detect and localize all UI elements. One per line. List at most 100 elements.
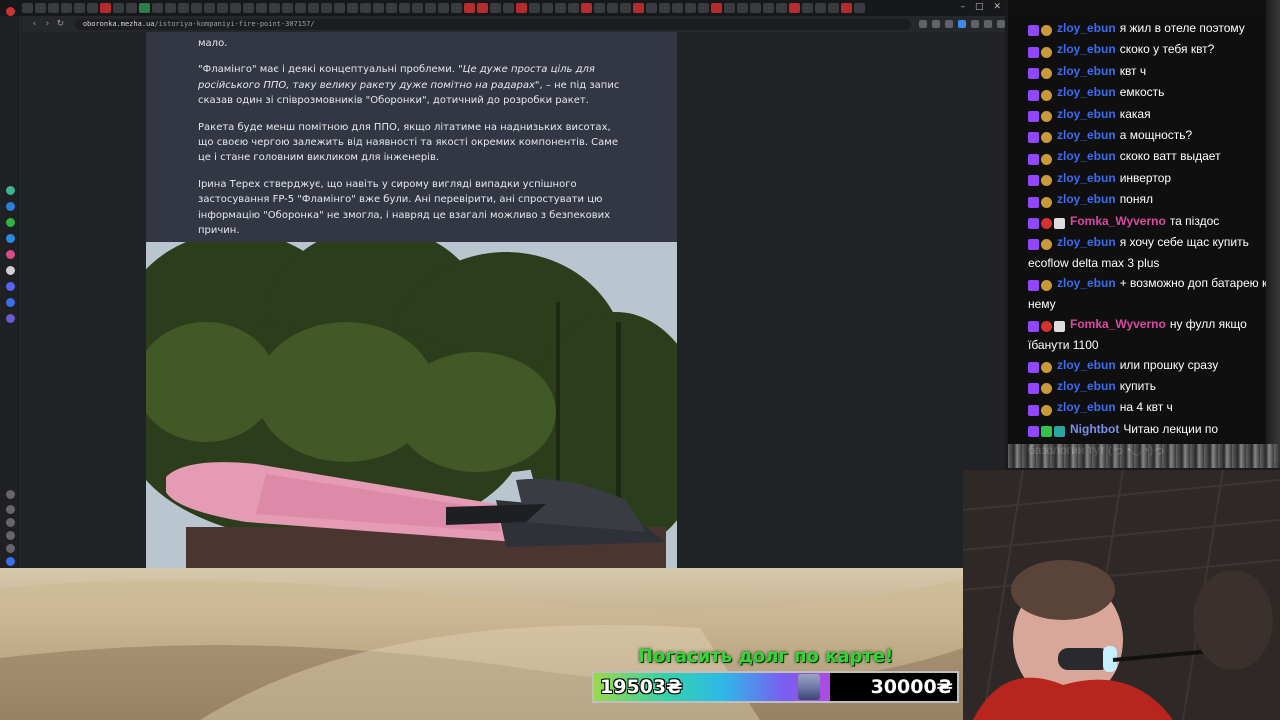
tab[interactable]: [61, 3, 72, 13]
chat-username[interactable]: zloy_ebun: [1057, 85, 1116, 99]
tab[interactable]: [321, 3, 332, 13]
menu-icon[interactable]: [996, 20, 1005, 28]
tab[interactable]: [269, 3, 280, 13]
tab[interactable]: [620, 3, 631, 13]
heart-icon[interactable]: [6, 490, 15, 499]
sidebar-app-icon[interactable]: [6, 186, 15, 195]
subscriber-badge-icon[interactable]: [1028, 153, 1039, 165]
tab[interactable]: [35, 3, 46, 13]
tab[interactable]: [74, 3, 85, 13]
tab[interactable]: [672, 3, 683, 13]
chat-icon[interactable]: [6, 505, 15, 514]
extension-icon[interactable]: [931, 20, 940, 28]
tab[interactable]: [841, 3, 852, 13]
messenger-icon[interactable]: [6, 202, 15, 211]
check-badge-icon[interactable]: [1041, 426, 1052, 438]
tab[interactable]: [750, 3, 761, 13]
settings-icon[interactable]: [6, 531, 15, 540]
subscriber-badge-icon[interactable]: [1028, 89, 1039, 101]
red-badge-icon[interactable]: [1041, 321, 1052, 333]
tab[interactable]: [737, 3, 748, 13]
tab[interactable]: [139, 3, 150, 13]
sidebar-app-icon[interactable]: [6, 298, 15, 307]
tab[interactable]: [113, 3, 124, 13]
chat-username[interactable]: zloy_ebun: [1057, 21, 1116, 35]
x-icon[interactable]: [6, 266, 15, 275]
tab[interactable]: [594, 3, 605, 13]
coin-badge-icon[interactable]: [1041, 153, 1052, 165]
coin-badge-icon[interactable]: [1041, 46, 1052, 58]
chat-username[interactable]: zloy_ebun: [1057, 107, 1116, 121]
tab[interactable]: [87, 3, 98, 13]
tab[interactable]: [373, 3, 384, 13]
tab[interactable]: [425, 3, 436, 13]
subscriber-badge-icon[interactable]: [1028, 217, 1039, 229]
forward-icon[interactable]: ›: [41, 19, 54, 29]
coin-badge-icon[interactable]: [1041, 68, 1052, 80]
chat-username[interactable]: zloy_ebun: [1057, 128, 1116, 142]
subscriber-badge-icon[interactable]: [1028, 25, 1039, 37]
coin-badge-icon[interactable]: [1041, 280, 1052, 292]
chat-username[interactable]: zloy_ebun: [1057, 42, 1116, 56]
subscriber-badge-icon[interactable]: [1028, 404, 1039, 416]
tab[interactable]: [477, 3, 488, 13]
sidebar-app-icon[interactable]: [6, 314, 15, 323]
chat-username[interactable]: zloy_ebun: [1057, 171, 1116, 185]
chat-username[interactable]: Nightbot: [1070, 422, 1119, 436]
tab[interactable]: [451, 3, 462, 13]
tab[interactable]: [48, 3, 59, 13]
tab[interactable]: [542, 3, 553, 13]
tab[interactable]: [230, 3, 241, 13]
chat-username[interactable]: zloy_ebun: [1057, 235, 1116, 249]
subscriber-badge-icon[interactable]: [1028, 321, 1039, 333]
extension-icon[interactable]: [970, 20, 979, 28]
tab[interactable]: [334, 3, 345, 13]
instagram-icon[interactable]: [6, 250, 15, 259]
tab[interactable]: [581, 3, 592, 13]
tab[interactable]: [815, 3, 826, 13]
coin-badge-icon[interactable]: [1041, 175, 1052, 187]
subscriber-badge-icon[interactable]: [1028, 280, 1039, 292]
tab[interactable]: [529, 3, 540, 13]
tab[interactable]: [646, 3, 657, 13]
tab[interactable]: [217, 3, 228, 13]
url-field[interactable]: oboronka.mezha.ua/istoriya-kompaniyi-fir…: [74, 18, 911, 30]
tab[interactable]: [802, 3, 813, 13]
tab[interactable]: [412, 3, 423, 13]
red-badge-icon[interactable]: [1041, 217, 1052, 229]
chat-username[interactable]: zloy_ebun: [1057, 379, 1116, 393]
tab[interactable]: [776, 3, 787, 13]
tab[interactable]: [685, 3, 696, 13]
coin-badge-icon[interactable]: [1041, 239, 1052, 251]
coin-badge-icon[interactable]: [1041, 404, 1052, 416]
tab[interactable]: [503, 3, 514, 13]
tab[interactable]: [711, 3, 722, 13]
qr-badge-icon[interactable]: [1054, 321, 1065, 333]
tab[interactable]: [438, 3, 449, 13]
tab[interactable]: [347, 3, 358, 13]
tab[interactable]: [191, 3, 202, 13]
subscriber-badge-icon[interactable]: [1028, 46, 1039, 58]
coin-badge-icon[interactable]: [1041, 110, 1052, 122]
tab[interactable]: [763, 3, 774, 13]
tab[interactable]: [100, 3, 111, 13]
reload-icon[interactable]: ↻: [54, 19, 67, 29]
history-icon[interactable]: [6, 518, 15, 527]
tab[interactable]: [854, 3, 865, 13]
tab[interactable]: [282, 3, 293, 13]
qr-badge-icon[interactable]: [1054, 217, 1065, 229]
extension-icon[interactable]: [983, 20, 992, 28]
tab[interactable]: [386, 3, 397, 13]
chat-username[interactable]: Fomka_Wyverno: [1070, 214, 1166, 228]
tab[interactable]: [659, 3, 670, 13]
extension-icon[interactable]: [918, 20, 927, 28]
close-icon[interactable]: ✕: [993, 2, 1001, 12]
tab[interactable]: [204, 3, 215, 13]
minimize-icon[interactable]: –: [960, 2, 965, 12]
coin-badge-icon[interactable]: [1041, 383, 1052, 395]
tab[interactable]: [165, 3, 176, 13]
tab[interactable]: [464, 3, 475, 13]
tab[interactable]: [633, 3, 644, 13]
tab[interactable]: [516, 3, 527, 13]
subscriber-badge-icon[interactable]: [1028, 426, 1039, 438]
